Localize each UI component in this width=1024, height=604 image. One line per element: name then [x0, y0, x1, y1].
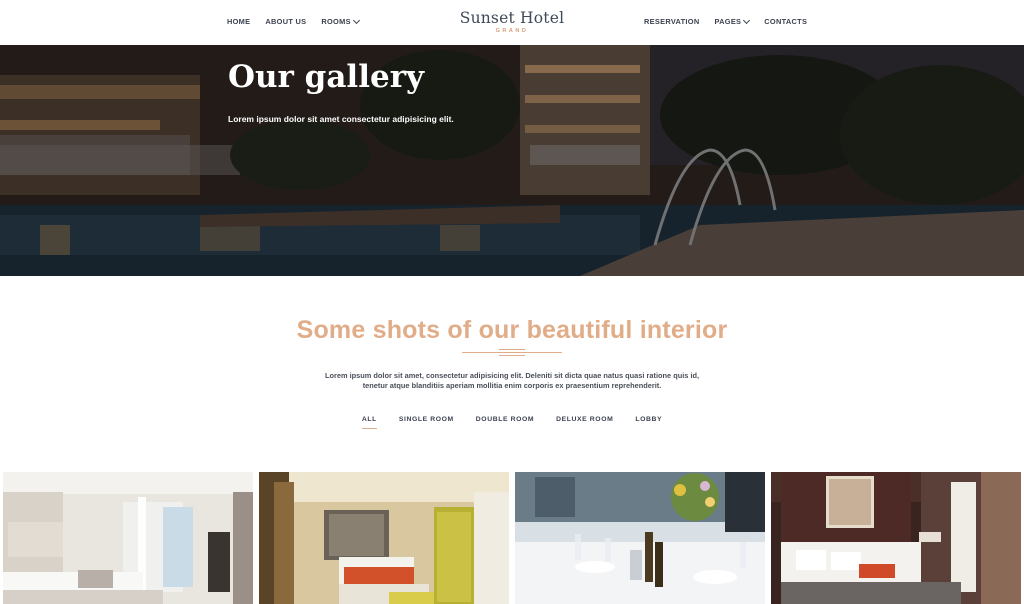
section-description: Lorem ipsum dolor sit amet, consectetur …	[0, 371, 1024, 391]
filter-deluxe-room[interactable]: DELUXE ROOM	[556, 416, 613, 429]
gallery-image-yellow-bedroom[interactable]	[259, 472, 509, 604]
filter-single-room[interactable]: SINGLE ROOM	[399, 416, 454, 429]
filter-lobby[interactable]: LOBBY	[635, 416, 662, 429]
nav-pages[interactable]: PAGES	[714, 16, 751, 26]
gallery-image-bright-bedroom[interactable]	[3, 472, 253, 604]
chevron-down-icon	[743, 16, 751, 24]
brand-logo[interactable]: Sunset Hotel GRAND	[0, 9, 1024, 34]
section-title: Some shots of our beautiful interior	[296, 316, 728, 344]
gallery-image-deluxe-bedroom[interactable]	[771, 472, 1021, 604]
section-description-line: tenetur atque blanditiis aperiam molliti…	[362, 381, 662, 390]
brand-name: Sunset Hotel	[459, 9, 565, 27]
hero-banner: Our gallery Lorem ipsum dolor sit amet c…	[0, 45, 1024, 276]
page-title: Our gallery	[228, 59, 425, 95]
gallery-filter-tabs: ALL SINGLE ROOM DOUBLE ROOM DELUXE ROOM …	[0, 416, 1024, 429]
hero-subtitle: Lorem ipsum dolor sit amet consectetur a…	[228, 114, 454, 124]
filter-all[interactable]: ALL	[361, 416, 377, 429]
nav-contacts-label: CONTACTS	[764, 17, 808, 26]
brand-subtitle: GRAND	[495, 28, 529, 34]
nav-reservation-label: RESERVATION	[644, 17, 700, 26]
primary-nav-right: RESERVATION PAGES CONTACTS	[644, 16, 807, 26]
gallery-image-dining-table[interactable]	[515, 472, 765, 604]
hero-background-image	[0, 45, 1024, 276]
site-header: HOME ABOUT US ROOMS Sunset Hotel GRAND R…	[0, 0, 1024, 45]
filter-double-room[interactable]: DOUBLE ROOM	[476, 416, 534, 429]
section-divider	[462, 349, 562, 357]
section-description-line: Lorem ipsum dolor sit amet, consectetur …	[324, 371, 700, 380]
nav-contacts[interactable]: CONTACTS	[764, 17, 807, 26]
gallery-grid	[3, 472, 1024, 604]
nav-pages-label: PAGES	[714, 17, 742, 26]
nav-reservation[interactable]: RESERVATION	[644, 17, 699, 26]
